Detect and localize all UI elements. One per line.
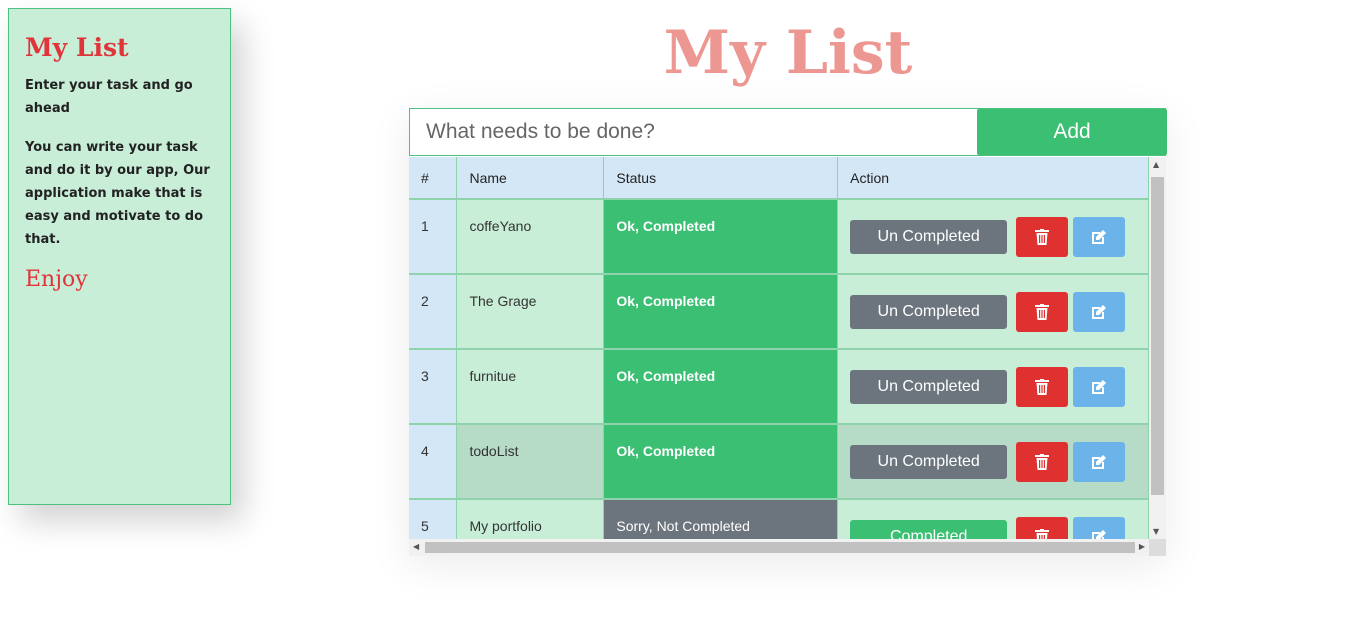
trash-icon — [1035, 378, 1050, 395]
trash-icon — [1035, 228, 1050, 245]
row-number: 1 — [409, 198, 458, 274]
trash-icon — [1035, 528, 1050, 539]
edit-button[interactable] — [1073, 442, 1126, 482]
edit-button[interactable] — [1073, 217, 1126, 257]
table-row: 2 The Grage Ok, Completed Un Completed — [409, 273, 1149, 349]
table-row: 1 coffeYano Ok, Completed Un Completed — [409, 198, 1149, 274]
edit-icon — [1092, 304, 1107, 319]
delete-button[interactable] — [1016, 517, 1069, 539]
row-name: coffeYano — [456, 198, 605, 274]
status-badge: Ok, Completed — [603, 198, 839, 274]
status-badge: Ok, Completed — [603, 423, 839, 499]
todo-panel: Add # Name Status Action 1 coffeYano Ok,… — [409, 108, 1167, 556]
sidebar-description: You can write your task and do it by our… — [25, 140, 210, 247]
row-name: todoList — [456, 423, 605, 499]
scroll-left-icon[interactable]: ◀ — [413, 542, 419, 551]
edit-button[interactable] — [1073, 292, 1126, 332]
status-badge: Ok, Completed — [603, 348, 839, 424]
delete-button[interactable] — [1016, 292, 1069, 332]
status-badge: Ok, Completed — [603, 273, 839, 349]
row-number: 5 — [409, 498, 458, 539]
task-table-container: # Name Status Action 1 coffeYano Ok, Com… — [409, 157, 1149, 539]
horizontal-scrollbar[interactable]: ◀ ▶ — [409, 539, 1149, 556]
vertical-scroll-thumb[interactable] — [1151, 177, 1164, 495]
delete-button[interactable] — [1016, 442, 1069, 482]
status-badge: Sorry, Not Completed — [603, 498, 839, 539]
edit-icon — [1092, 454, 1107, 469]
row-number: 4 — [409, 423, 458, 499]
add-task-form: Add — [409, 108, 1167, 156]
header-name: Name — [456, 157, 605, 199]
row-number: 2 — [409, 273, 458, 349]
row-name: My portfolio — [456, 498, 605, 539]
horizontal-scroll-thumb[interactable] — [425, 542, 1135, 553]
trash-icon — [1035, 453, 1050, 470]
row-name: furnitue — [456, 348, 605, 424]
row-actions: Un Completed — [837, 198, 1149, 274]
task-table: # Name Status Action 1 coffeYano Ok, Com… — [409, 157, 1149, 539]
row-actions: Un Completed — [837, 348, 1149, 424]
row-actions: Un Completed — [837, 423, 1149, 499]
scroll-right-icon[interactable]: ▶ — [1139, 542, 1145, 551]
toggle-status-button[interactable]: Un Completed — [850, 295, 1008, 329]
table-row: 3 furnitue Ok, Completed Un Completed — [409, 348, 1149, 424]
toggle-status-button[interactable]: Completed — [850, 520, 1008, 539]
header-number: # — [409, 157, 458, 199]
add-button[interactable]: Add — [977, 109, 1167, 155]
row-name: The Grage — [456, 273, 605, 349]
edit-button[interactable] — [1073, 367, 1126, 407]
task-input[interactable] — [410, 109, 976, 155]
edit-button[interactable] — [1073, 517, 1126, 539]
toggle-status-button[interactable]: Un Completed — [850, 220, 1008, 254]
trash-icon — [1035, 303, 1050, 320]
header-action: Action — [837, 157, 1149, 199]
delete-button[interactable] — [1016, 367, 1069, 407]
header-status: Status — [603, 157, 839, 199]
table-header: # Name Status Action — [409, 157, 1149, 199]
edit-icon — [1092, 379, 1107, 394]
table-row: 4 todoList Ok, Completed Un Completed — [409, 423, 1149, 499]
table-row: 5 My portfolio Sorry, Not Completed Comp… — [409, 498, 1149, 539]
toggle-status-button[interactable]: Un Completed — [850, 445, 1008, 479]
edit-icon — [1092, 529, 1107, 539]
scrollbar-corner — [1149, 539, 1166, 556]
row-actions: Completed — [837, 498, 1149, 539]
vertical-scrollbar[interactable]: ▲ ▼ — [1149, 157, 1166, 539]
page-title: My List — [663, 18, 913, 88]
scroll-down-icon[interactable]: ▼ — [1153, 527, 1159, 536]
delete-button[interactable] — [1016, 217, 1069, 257]
row-actions: Un Completed — [837, 273, 1149, 349]
sidebar-enjoy: Enjoy — [25, 267, 88, 292]
row-number: 3 — [409, 348, 458, 424]
scroll-up-icon[interactable]: ▲ — [1153, 160, 1159, 169]
toggle-status-button[interactable]: Un Completed — [850, 370, 1008, 404]
edit-icon — [1092, 229, 1107, 244]
